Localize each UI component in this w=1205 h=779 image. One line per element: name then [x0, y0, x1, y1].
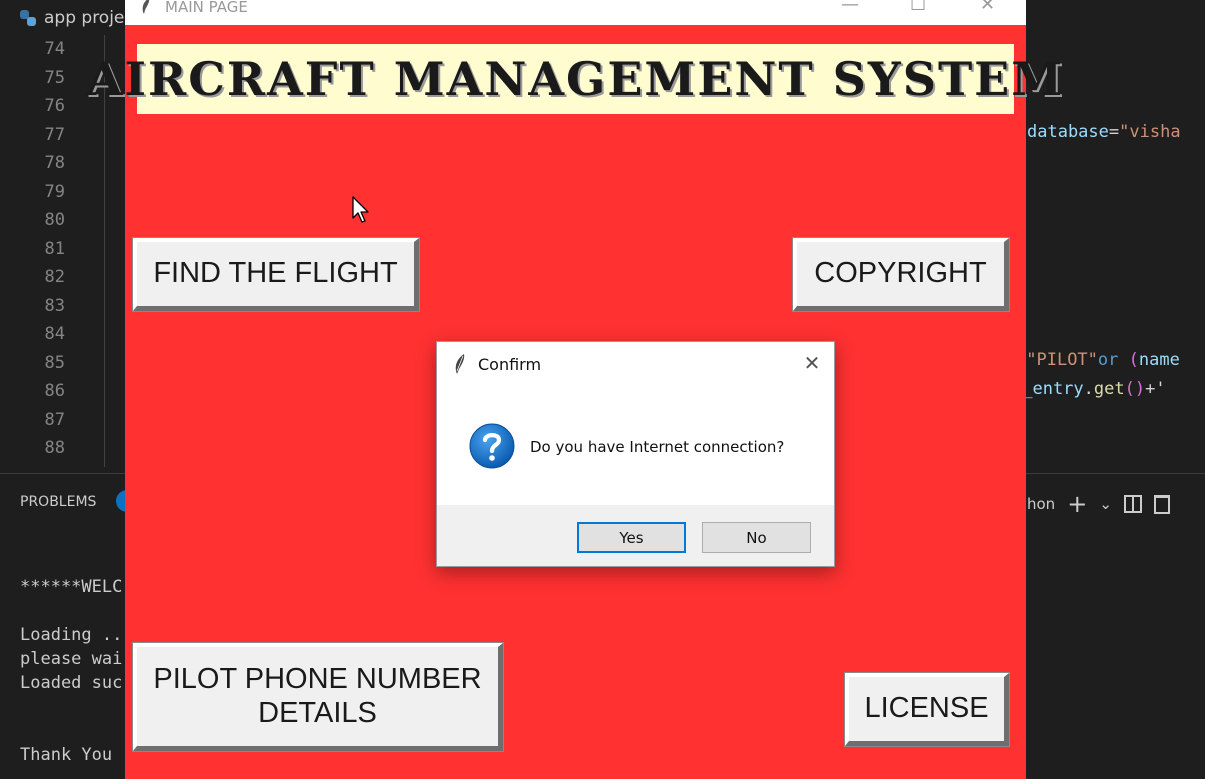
terminal-line: Loaded suc	[20, 673, 123, 693]
pilot-button-line-1: PILOT PHONE NUMBER	[153, 663, 482, 696]
editor-tab[interactable]: app proje	[20, 8, 124, 28]
close-icon[interactable]: ✕	[980, 0, 995, 15]
dialog-footer: Yes No	[437, 505, 834, 566]
tab-problems[interactable]: PROBLEMS	[20, 494, 96, 510]
split-terminal-icon[interactable]	[1123, 495, 1142, 513]
confirm-dialog: Confirm ✕ Do you have Internet connectio…	[436, 341, 835, 567]
line-number: 81	[44, 238, 65, 259]
yes-button[interactable]: Yes	[577, 522, 686, 553]
line-number: 74	[44, 39, 65, 59]
terminal-toolbar: hon + ⌄	[1027, 490, 1170, 518]
line-number: 86	[44, 381, 65, 401]
code-line-77-fragment: database="visha	[1027, 122, 1181, 142]
line-number: 82	[44, 267, 65, 287]
line-number: 87	[44, 409, 65, 430]
line-number: 85	[44, 352, 65, 373]
chevron-down-icon[interactable]: ⌄	[1099, 495, 1112, 513]
line-number: 79	[44, 181, 65, 202]
license-button[interactable]: LICENSE	[844, 672, 1010, 747]
no-button[interactable]: No	[702, 522, 811, 553]
line-number: 78	[44, 153, 65, 173]
line-number: 77	[44, 124, 65, 145]
copyright-button[interactable]: COPYRIGHT	[792, 237, 1010, 312]
line-number: 83	[44, 295, 65, 316]
line-number: 75	[44, 67, 65, 88]
new-terminal-icon[interactable]: +	[1067, 490, 1087, 518]
line-number: 84	[44, 324, 65, 344]
editor-tab-label: app proje	[44, 8, 125, 28]
close-icon[interactable]: ✕	[801, 352, 823, 374]
line-number: 80	[44, 210, 65, 230]
main-window-titlebar[interactable]: MAIN PAGE — ☐ ✕	[125, 0, 1026, 25]
find-flight-button[interactable]: FIND THE FLIGHT	[132, 237, 420, 312]
feather-icon	[455, 354, 465, 374]
dialog-title: Confirm	[478, 355, 542, 374]
terminal-line: ******WELC	[20, 577, 123, 597]
mouse-cursor-icon	[352, 196, 369, 223]
feather-icon	[142, 0, 150, 14]
terminal-line: Loading ..	[20, 625, 123, 645]
terminal-line: Thank You	[20, 745, 113, 765]
question-icon	[469, 423, 515, 469]
terminal-name[interactable]: hon	[1027, 495, 1055, 513]
app-title: AIRCRAFT MANAGEMENT SYSTEM	[86, 52, 1065, 106]
terminal-line: please wai	[20, 649, 123, 669]
pilot-button-line-2: DETAILS	[258, 696, 377, 729]
trash-icon[interactable]	[1153, 494, 1170, 514]
line-number: 88	[44, 438, 65, 458]
minimize-icon[interactable]: —	[841, 0, 859, 15]
pilot-phone-details-button[interactable]: PILOT PHONE NUMBER DETAILS	[132, 642, 504, 752]
maximize-icon[interactable]: ☐	[910, 0, 926, 15]
line-number: 76	[44, 96, 65, 116]
dialog-message: Do you have Internet connection?	[530, 438, 785, 456]
python-file-icon	[20, 10, 36, 26]
code-line-85-fragment: ="PILOT"or (name	[1016, 350, 1180, 370]
code-line-86-fragment: m_entry.get()+'	[1012, 379, 1166, 399]
title-banner: AIRCRAFT MANAGEMENT SYSTEM	[87, 44, 1062, 114]
main-window-title: MAIN PAGE	[165, 0, 248, 16]
